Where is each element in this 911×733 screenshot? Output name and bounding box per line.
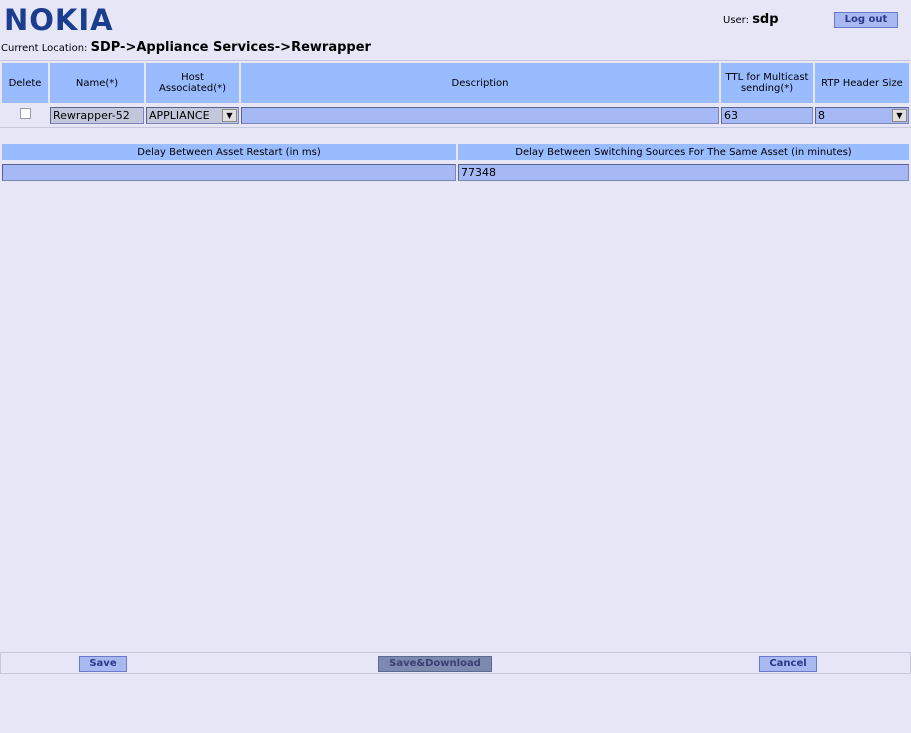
user-info: User: sdp <box>723 12 779 27</box>
header-name: Name(*) <box>50 63 144 103</box>
header-switching-delay: Delay Between Switching Sources For The … <box>458 144 909 160</box>
restart-delay-field[interactable] <box>2 163 456 181</box>
rtp-select-value: 8 <box>818 108 825 122</box>
rewrapper-table: Delete Name(*) Host Associated(*) Descri… <box>0 60 911 128</box>
header-restart-delay: Delay Between Asset Restart (in ms) <box>2 144 456 160</box>
header-delete: Delete <box>2 63 48 103</box>
host-select[interactable]: APPLIANCE ▼ <box>146 106 239 124</box>
user-name: sdp <box>752 12 779 27</box>
breadcrumb-path: SDP->Appliance Services->Rewrapper <box>90 40 371 55</box>
save-button[interactable]: Save <box>79 656 127 672</box>
name-field[interactable]: Rewrapper-52 <box>50 106 144 124</box>
delete-checkbox[interactable] <box>19 108 31 119</box>
delay-header-row: Delay Between Asset Restart (in ms) Dela… <box>2 144 909 160</box>
header-description: Description <box>241 63 719 103</box>
header-rtp: RTP Header Size <box>815 63 909 103</box>
header-ttl: TTL for Multicast sending(*) <box>721 63 813 103</box>
dropdown-arrow-icon[interactable]: ▼ <box>222 108 237 122</box>
table-header-row: Delete Name(*) Host Associated(*) Descri… <box>2 63 909 103</box>
logout-button[interactable]: Log out <box>834 12 898 28</box>
delay-row: 77348 <box>2 162 909 182</box>
save-download-button[interactable]: Save&Download <box>378 656 492 672</box>
header-host: Host Associated(*) <box>146 63 239 103</box>
switching-delay-field[interactable]: 77348 <box>458 163 909 181</box>
delay-table: Delay Between Asset Restart (in ms) Dela… <box>0 142 911 184</box>
nokia-logo: NOKIA <box>4 3 114 37</box>
table-row: Rewrapper-52 APPLIANCE ▼ 63 8 ▼ <box>2 105 909 125</box>
breadcrumb: Current Location: SDP->Appliance Service… <box>1 40 371 55</box>
action-bar: Save Save&Download Cancel <box>0 652 911 674</box>
cancel-button[interactable]: Cancel <box>759 656 817 672</box>
breadcrumb-label: Current Location: <box>1 43 88 54</box>
ttl-field[interactable]: 63 <box>721 106 813 124</box>
rtp-select[interactable]: 8 ▼ <box>815 106 909 124</box>
description-field[interactable] <box>241 106 719 124</box>
host-select-value: APPLIANCE <box>149 108 210 122</box>
user-label: User: <box>723 15 749 26</box>
dropdown-arrow-icon[interactable]: ▼ <box>892 108 907 122</box>
